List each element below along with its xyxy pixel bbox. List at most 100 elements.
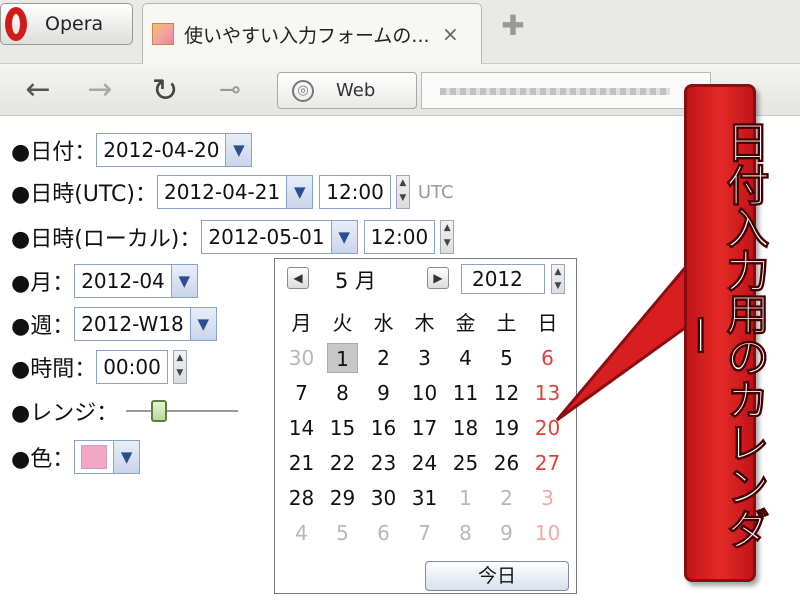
tab-active[interactable]: 使いやすい入力フォームの... × [142, 3, 482, 64]
calendar-day[interactable]: 4 [281, 518, 322, 553]
range-slider[interactable] [126, 400, 239, 422]
calendar-day[interactable]: 10 [527, 518, 568, 553]
calendar-day[interactable]: 19 [486, 413, 527, 448]
new-tab-button[interactable]: ✚ [495, 12, 531, 42]
calendar-year-input[interactable]: 2012 [461, 264, 545, 294]
color-input[interactable]: ▼ [74, 440, 141, 474]
weekday-label: 木 [414, 311, 435, 335]
address-field[interactable] [421, 72, 711, 109]
today-button[interactable]: 今日 [425, 561, 569, 591]
calendar-day[interactable]: 2 [363, 343, 404, 378]
calendar-day[interactable]: 7 [281, 378, 322, 413]
calendar-day[interactable]: 6 [363, 518, 404, 553]
month-row: ●月： 2012-04 ▼ [11, 263, 198, 299]
tab-title: 使いやすい入力フォームの... [184, 24, 430, 47]
calendar-day[interactable]: 11 [445, 378, 486, 413]
calendar-day[interactable]: 4 [445, 343, 486, 378]
calendar-day[interactable]: 15 [322, 413, 363, 448]
chevron-down-icon[interactable]: ▼ [170, 265, 197, 297]
datetime-utc-date-input[interactable]: 2012-04-21 ▼ [156, 175, 314, 209]
calendar-day[interactable]: 8 [445, 518, 486, 553]
range-track-line [126, 410, 239, 412]
weekday-label: 土 [496, 311, 517, 335]
chevron-down-icon[interactable]: ▼ [286, 176, 313, 208]
next-month-button[interactable]: ▶ [427, 267, 449, 289]
globe-icon: ◎ [292, 79, 314, 102]
navigation-toolbar: ← → ↻ ⊸ ◎ Web [0, 64, 800, 116]
calendar-day[interactable]: 8 [322, 378, 363, 413]
previous-month-button[interactable]: ◀ [287, 267, 309, 289]
calendar-day[interactable]: 14 [281, 413, 322, 448]
tab-bar: Opera 使いやすい入力フォームの... × ✚ [0, 0, 800, 64]
datetime-utc-time-input[interactable]: 12:00 [319, 175, 391, 209]
chevron-down-icon[interactable]: ▼ [189, 308, 216, 340]
week-input[interactable]: 2012-W18 ▼ [74, 307, 217, 341]
address-text-blurred [440, 88, 670, 95]
calendar-day[interactable]: 31 [404, 483, 445, 518]
calendar-day[interactable]: 20 [527, 413, 568, 448]
calendar-day[interactable]: 29 [322, 483, 363, 518]
weekday-label: 月 [291, 311, 312, 335]
search-engine-button[interactable]: ◎ Web [277, 72, 417, 109]
datetime-local-time-input[interactable]: 12:00 [363, 220, 436, 254]
calendar-day[interactable]: 9 [486, 518, 527, 553]
calendar-day[interactable]: 3 [527, 483, 568, 518]
range-thumb[interactable] [151, 400, 168, 422]
calendar-month-label: 5 月 [335, 269, 377, 293]
color-swatch [81, 445, 108, 469]
close-icon[interactable]: × [442, 22, 459, 46]
calendar-day[interactable]: 13 [527, 378, 568, 413]
chevron-down-icon[interactable]: ▼ [113, 441, 140, 473]
calendar-day[interactable]: 10 [404, 378, 445, 413]
calendar-day[interactable]: 1 [327, 343, 358, 373]
date-value: 2012-04-20 [103, 138, 220, 162]
datetime-local-date-value: 2012-05-01 [208, 225, 325, 249]
calendar-day[interactable]: 24 [404, 448, 445, 483]
range-row: ●レンジ： [11, 393, 239, 429]
back-arrow-icon[interactable]: ← [20, 72, 56, 108]
forward-arrow-icon[interactable]: → [82, 72, 118, 108]
key-icon[interactable]: ⊸ [208, 72, 252, 108]
spinner-arrows-icon[interactable]: ▲ ▼ [172, 350, 187, 384]
calendar-day[interactable]: 2 [486, 483, 527, 518]
spinner-arrows-icon[interactable]: ▲ ▼ [440, 220, 455, 254]
calendar-day[interactable]: 27 [527, 448, 568, 483]
calendar-day[interactable]: 21 [281, 448, 322, 483]
calendar-day[interactable]: 25 [445, 448, 486, 483]
calendar-day-grid: 30 1 2 3 4 5 6 7 8 9 10 11 12 13 14 15 16 17 18 19 20 21 22 23 2… [281, 343, 568, 553]
reload-icon[interactable]: ↻ [147, 72, 183, 108]
calendar-day[interactable]: 9 [363, 378, 404, 413]
chevron-down-icon[interactable]: ▼ [330, 221, 357, 253]
datetime-local-date-input[interactable]: 2012-05-01 ▼ [201, 220, 358, 254]
calendar-popup: ◀ 5 月 ▶ 2012 ▲ ▼ 月火水木金土日 30 1 2 3 4 5 6 7 8 9 10 11 1… [274, 258, 577, 594]
calendar-day[interactable]: 23 [363, 448, 404, 483]
calendar-day[interactable]: 1 [445, 483, 486, 518]
calendar-day[interactable]: 16 [363, 413, 404, 448]
week-label: ●週： [11, 314, 75, 339]
range-label: ●レンジ： [11, 401, 119, 426]
opera-menu-button[interactable]: Opera [0, 3, 133, 45]
calendar-day[interactable]: 28 [281, 483, 322, 518]
calendar-day[interactable]: 26 [486, 448, 527, 483]
calendar-day[interactable]: 22 [322, 448, 363, 483]
calendar-day[interactable]: 17 [404, 413, 445, 448]
calendar-day[interactable]: 18 [445, 413, 486, 448]
calendar-day[interactable]: 7 [404, 518, 445, 553]
month-input[interactable]: 2012-04 ▼ [74, 264, 198, 298]
timezone-label: UTC [417, 181, 454, 203]
chevron-down-icon[interactable]: ▼ [225, 134, 252, 166]
spinner-arrows-icon[interactable]: ▲ ▼ [551, 264, 565, 294]
calendar-day[interactable]: 12 [486, 378, 527, 413]
spinner-arrows-icon[interactable]: ▲ ▼ [395, 175, 410, 209]
date-input[interactable]: 2012-04-20 ▼ [96, 133, 253, 167]
calendar-day[interactable]: 3 [404, 343, 445, 378]
time-input[interactable]: 00:00 [96, 350, 168, 384]
date-row: ●日付： 2012-04-20 ▼ [11, 132, 253, 168]
callout-text: 日付入力用のカレンダー [672, 120, 770, 551]
callout-box [684, 84, 756, 582]
calendar-day[interactable]: 6 [527, 343, 568, 378]
calendar-day[interactable]: 5 [486, 343, 527, 378]
calendar-day[interactable]: 30 [363, 483, 404, 518]
calendar-day[interactable]: 30 [281, 343, 322, 378]
calendar-day[interactable]: 5 [322, 518, 363, 553]
